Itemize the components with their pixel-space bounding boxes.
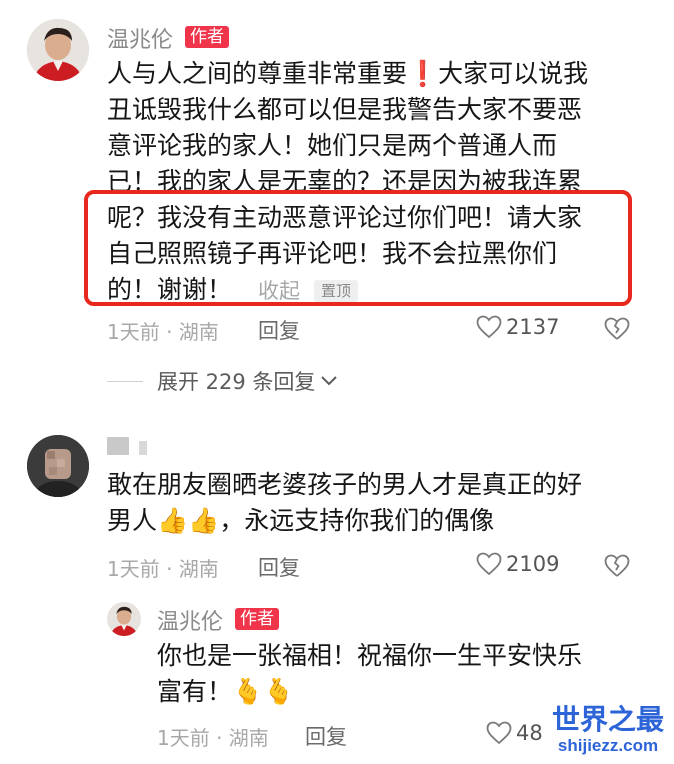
reply-author-name[interactable]: 温兆伦 bbox=[157, 604, 223, 636]
username-blurred[interactable] bbox=[107, 437, 129, 455]
comment-text: 敢在朋友圈晒老婆孩子的男人才是真正的好 男人👍👍，永远支持你我们的偶像 bbox=[107, 467, 582, 539]
reply-button[interactable]: 回复 bbox=[258, 315, 300, 345]
highlight-box bbox=[84, 190, 632, 306]
reply-author-badge: 作者 bbox=[235, 608, 279, 630]
reply-line: 你也是一张福相！祝福你一生平安快乐 bbox=[157, 641, 583, 670]
expand-replies[interactable]: 展开 229 条回复 bbox=[107, 366, 339, 396]
broken-heart-icon[interactable] bbox=[604, 317, 630, 341]
like-button[interactable]: 48 bbox=[486, 721, 543, 745]
author-badge: 作者 bbox=[185, 26, 229, 48]
comment-line: 男人👍👍，永远支持你我们的偶像 bbox=[107, 506, 495, 535]
like-button[interactable]: 2109 bbox=[476, 552, 559, 576]
expand-replies-label: 展开 229 条回复 bbox=[157, 370, 316, 394]
heart-icon bbox=[486, 721, 512, 745]
comment-line: 人与人之间的尊重非常重要❗️大家可以说我 bbox=[107, 59, 589, 88]
author-name[interactable]: 温兆伦 bbox=[107, 22, 173, 54]
comment-meta: 1天前 · 湖南 bbox=[107, 320, 219, 344]
author-avatar[interactable] bbox=[27, 19, 89, 81]
comment-meta: 1天前 · 湖南 bbox=[107, 557, 219, 581]
divider bbox=[107, 380, 143, 382]
reply-line: 富有！🫰🫰 bbox=[157, 677, 295, 706]
watermark-title: 世界之最 bbox=[551, 704, 664, 735]
like-count: 2109 bbox=[506, 552, 560, 576]
watermark-url: shijiezz.com bbox=[557, 736, 659, 755]
like-count: 48 bbox=[516, 721, 543, 745]
heart-icon bbox=[476, 315, 502, 339]
username-blurred bbox=[139, 441, 147, 455]
comment-line: 意评论我的家人！她们只是两个普通人而 bbox=[107, 131, 558, 160]
user-avatar[interactable] bbox=[27, 435, 89, 497]
reply-text: 你也是一张福相！祝福你一生平安快乐 富有！🫰🫰 bbox=[157, 638, 582, 710]
reply-button[interactable]: 回复 bbox=[258, 552, 300, 582]
heart-icon bbox=[476, 552, 502, 576]
reply-meta: 1天前 · 湖南 bbox=[157, 726, 269, 750]
author-avatar-small[interactable] bbox=[107, 602, 141, 636]
like-count: 2137 bbox=[506, 315, 560, 339]
watermark: 世界之最 shijiezz.com bbox=[546, 704, 670, 756]
comment-line: 敢在朋友圈晒老婆孩子的男人才是真正的好 bbox=[107, 470, 583, 499]
chevron-down-icon bbox=[321, 376, 338, 386]
like-button[interactable]: 2137 bbox=[476, 315, 559, 339]
broken-heart-icon[interactable] bbox=[604, 554, 630, 578]
comment-line: 丑诋毁我什么都可以但是我警告大家不要恶 bbox=[107, 95, 583, 124]
reply-button[interactable]: 回复 bbox=[305, 721, 347, 751]
